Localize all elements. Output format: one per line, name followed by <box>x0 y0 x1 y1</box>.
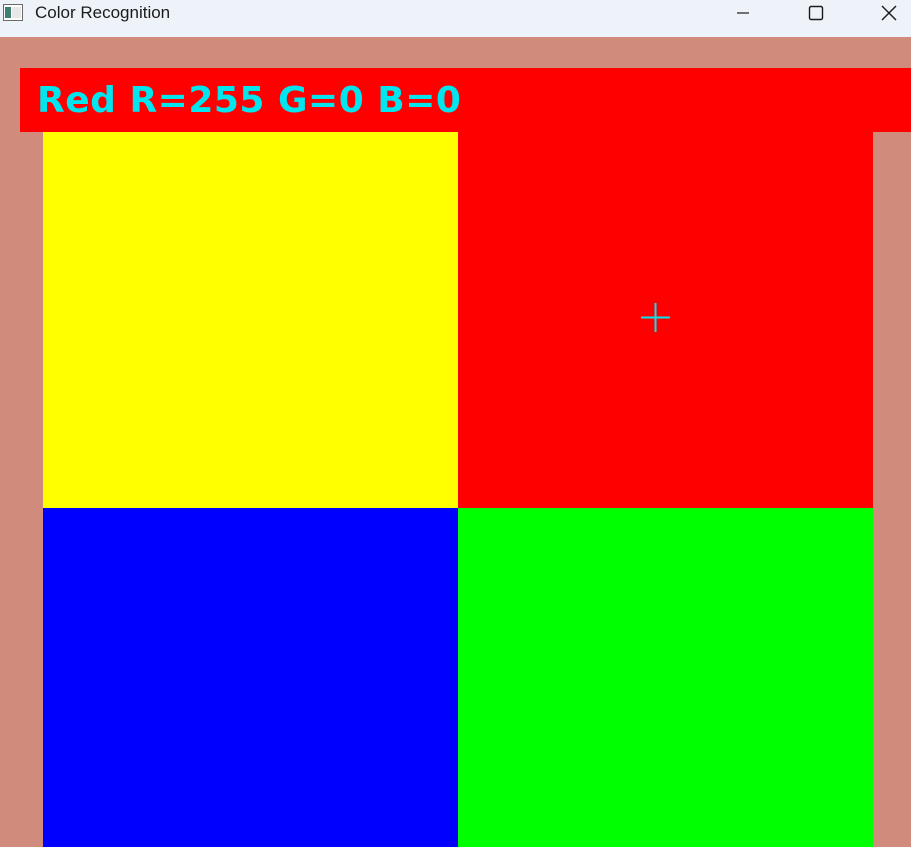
crosshair-icon <box>640 302 671 333</box>
close-button[interactable] <box>866 0 911 30</box>
camera-view-canvas[interactable]: Red R=255 G=0 B=0 <box>0 37 911 847</box>
close-icon <box>881 5 897 26</box>
blue-quadrant <box>43 508 458 847</box>
minimize-icon <box>736 6 750 25</box>
yellow-quadrant <box>43 131 458 508</box>
detected-color-banner: Red R=255 G=0 B=0 <box>20 68 911 132</box>
maximize-button[interactable] <box>793 0 839 30</box>
minimize-button[interactable] <box>720 0 766 30</box>
app-window-icon <box>3 4 23 21</box>
color-recognition-window: Color Recognition Red R=255 G=0 B=0 <box>0 0 911 847</box>
window-title: Color Recognition <box>35 3 171 22</box>
green-quadrant <box>458 508 873 847</box>
title-bar[interactable]: Color Recognition <box>0 0 911 37</box>
maximize-icon <box>808 5 824 26</box>
detected-color-label: Red R=255 G=0 B=0 <box>37 80 462 121</box>
